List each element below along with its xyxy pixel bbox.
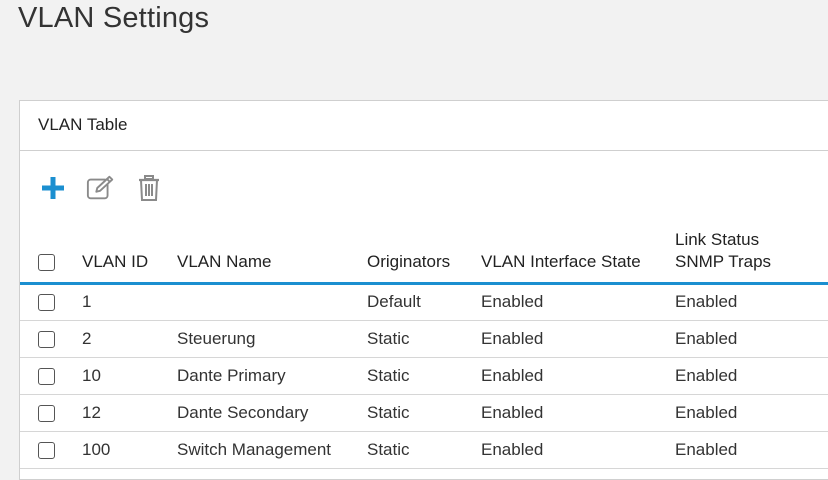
table-row[interactable]: 1 Default Enabled Enabled [20,283,828,321]
header-originators[interactable]: Originators [367,225,481,285]
edit-icon [86,175,114,200]
cell-vlan-id: 1 [82,283,177,321]
cell-vlan-id: 100 [82,431,177,469]
row-checkbox[interactable] [38,330,55,348]
trash-icon [139,175,159,201]
table-row[interactable]: 2 Steuerung Static Enabled Enabled [20,320,828,358]
header-link-status-line2: SNMP Traps [675,251,772,271]
cell-interface-state: Enabled [481,320,675,358]
select-all-cell [20,225,82,285]
row-select-cell [20,394,82,432]
cell-link-status: Enabled [675,320,828,358]
cell-link-status: Enabled [675,357,828,395]
panel-title: VLAN Table [38,115,128,134]
page-header: VLAN Settings [0,0,828,66]
row-checkbox[interactable] [38,367,55,385]
cell-vlan-name [177,283,367,321]
row-select-cell [20,431,82,469]
cell-vlan-id: 10 [82,357,177,395]
header-link-status-line1: Link Status [675,229,760,249]
cell-vlan-name: Dante Primary [177,357,367,395]
row-select-cell [20,357,82,395]
cell-interface-state: Enabled [481,394,675,432]
table-row[interactable]: 100 Switch Management Static Enabled Ena… [20,431,828,469]
cell-interface-state: Enabled [481,357,675,395]
cell-originators: Static [367,394,481,432]
cell-interface-state: Enabled [481,283,675,321]
row-select-cell [20,320,82,358]
cell-vlan-name: Steuerung [177,320,367,358]
cell-originators: Static [367,320,481,358]
select-all-checkbox[interactable] [38,253,55,271]
table-row[interactable]: 12 Dante Secondary Static Enabled Enable… [20,394,828,432]
delete-button[interactable] [134,173,164,203]
vlan-table-panel: VLAN Table VLAN ID VLAN Name Originators… [19,100,828,480]
panel-header: VLAN Table [20,101,828,151]
toolbar [38,173,178,203]
header-interface-state[interactable]: VLAN Interface State [481,225,675,285]
header-vlan-name[interactable]: VLAN Name [177,225,367,285]
cell-vlan-id: 2 [82,320,177,358]
plus-icon [42,177,64,199]
cell-interface-state: Enabled [481,431,675,469]
row-select-cell [20,283,82,321]
cell-originators: Static [367,431,481,469]
cell-vlan-id: 12 [82,394,177,432]
cell-originators: Default [367,283,481,321]
table-row[interactable]: 10 Dante Primary Static Enabled Enabled [20,357,828,395]
add-button[interactable] [38,173,68,203]
row-checkbox[interactable] [38,404,55,422]
cell-originators: Static [367,357,481,395]
page-title: VLAN Settings [18,2,210,34]
cell-vlan-name: Switch Management [177,431,367,469]
table-header-row: VLAN ID VLAN Name Originators VLAN Inter… [20,225,828,285]
cell-link-status: Enabled [675,394,828,432]
edit-button[interactable] [86,173,116,203]
cell-vlan-name: Dante Secondary [177,394,367,432]
row-checkbox[interactable] [38,441,55,459]
cell-link-status: Enabled [675,431,828,469]
header-vlan-id[interactable]: VLAN ID [82,225,177,285]
row-checkbox[interactable] [38,294,55,312]
cell-link-status: Enabled [675,283,828,321]
vlan-table: VLAN ID VLAN Name Originators VLAN Inter… [20,225,828,469]
header-link-status[interactable]: Link Status SNMP Traps [675,225,828,285]
